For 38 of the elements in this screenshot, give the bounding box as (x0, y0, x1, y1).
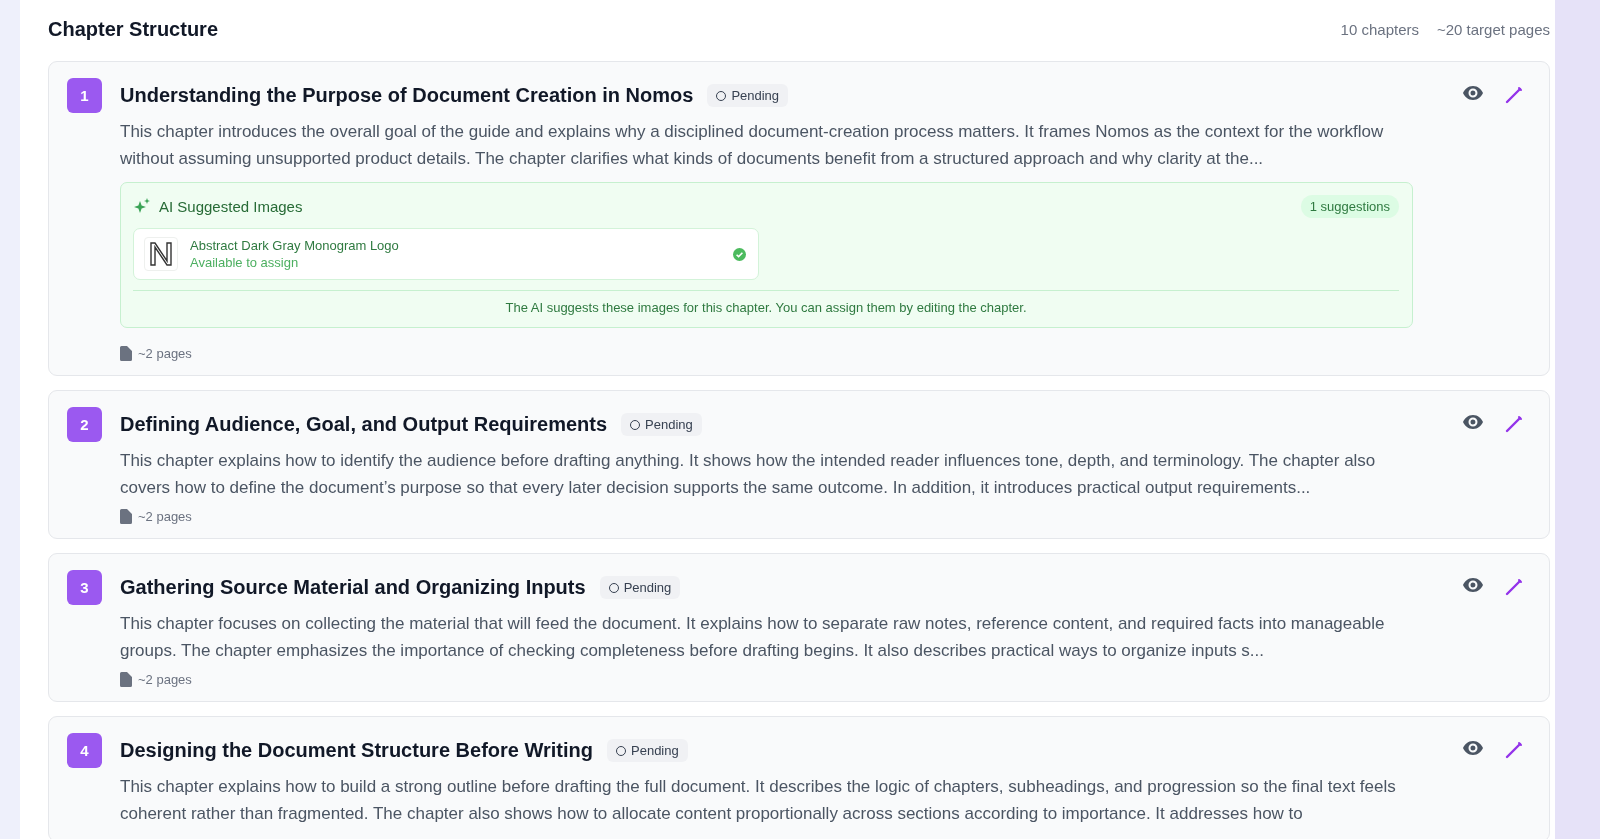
file-icon (120, 509, 132, 524)
page-estimate: ~2 pages (138, 346, 192, 361)
pencil-icon[interactable] (1505, 741, 1523, 759)
file-icon (120, 672, 132, 687)
chapter-title: Gathering Source Material and Organizing Inputs (120, 576, 586, 599)
suggestions-title: AI Suggested Images (159, 198, 303, 215)
page-estimate: ~2 pages (138, 509, 192, 524)
eye-icon[interactable] (1463, 741, 1483, 755)
chapter-description: This chapter explains how to identify the audience before drafting anything. It shows how the intended reader influences tone, depth, and terminology. The chapter also covers how to define the document’s purpose so that every later decision supports the same outcome. In addition, it introduces practical output requirements... (120, 450, 1377, 499)
file-icon (120, 346, 132, 361)
chapter-description: This chapter focuses on collecting the material that will feed the document. It explains how to separate raw notes, reference content, and required facts into manageable groups. The chapter emphasizes the importance of checking completeness before drafting begins. It also describes practical ways to organize inputs s... (120, 613, 1386, 662)
chapter-description: This chapter explains how to build a strong outline before drafting the full document. It describes the logic of chapters, subheadings, and progression so the final text feels coherent rather than fragmented. The chapter also shows how to allocate content proportionally across sections according to importance. It addresses how to (120, 776, 1397, 825)
chapter-description: This chapter introduces the overall goal of the guide and explains why a disciplined document-creation process matters. It frames Nomos as the context for the workflow without assuming unsupported product details. The chapter clarifies what kinds of documents benefit from a structured approach and why clarity at the... (120, 121, 1385, 170)
pencil-icon[interactable] (1505, 578, 1523, 596)
pencil-icon[interactable] (1505, 415, 1523, 433)
status-label: Pending (631, 743, 679, 758)
page-estimate: ~2 pages (138, 672, 192, 687)
image-name: Abstract Dark Gray Monogram Logo (190, 238, 400, 253)
chapter-count: 10 chapters (1340, 21, 1419, 38)
target-pages: ~20 target pages (1437, 21, 1550, 38)
chapter-title: Defining Audience, Goal, and Output Requirements (120, 413, 608, 436)
chapter-number: 1 (67, 78, 102, 113)
chapter-number: 3 (67, 570, 102, 605)
eye-icon[interactable] (1463, 578, 1483, 592)
pencil-icon[interactable] (1505, 86, 1523, 104)
status-label: Pending (623, 580, 672, 595)
section-title: Chapter Structure (48, 18, 219, 41)
suggestions-note: The AI suggests these images for this chapter. You can assign them by editing the chapter. (133, 290, 1399, 315)
image-status: Available to assign (190, 255, 300, 270)
eye-icon[interactable] (1463, 415, 1483, 429)
chapter-number: 4 (67, 733, 102, 768)
suggestion-count: 1 suggestions (1300, 195, 1399, 218)
eye-icon[interactable] (1463, 86, 1483, 100)
status-label: Pending (645, 417, 693, 432)
chapter-title: Designing the Document Structure Before Writing (120, 739, 593, 762)
chapter-title: Understanding the Purpose of Document Creation in Nomos (120, 84, 694, 107)
status-label: Pending (731, 88, 780, 103)
chapter-number: 2 (67, 407, 102, 442)
